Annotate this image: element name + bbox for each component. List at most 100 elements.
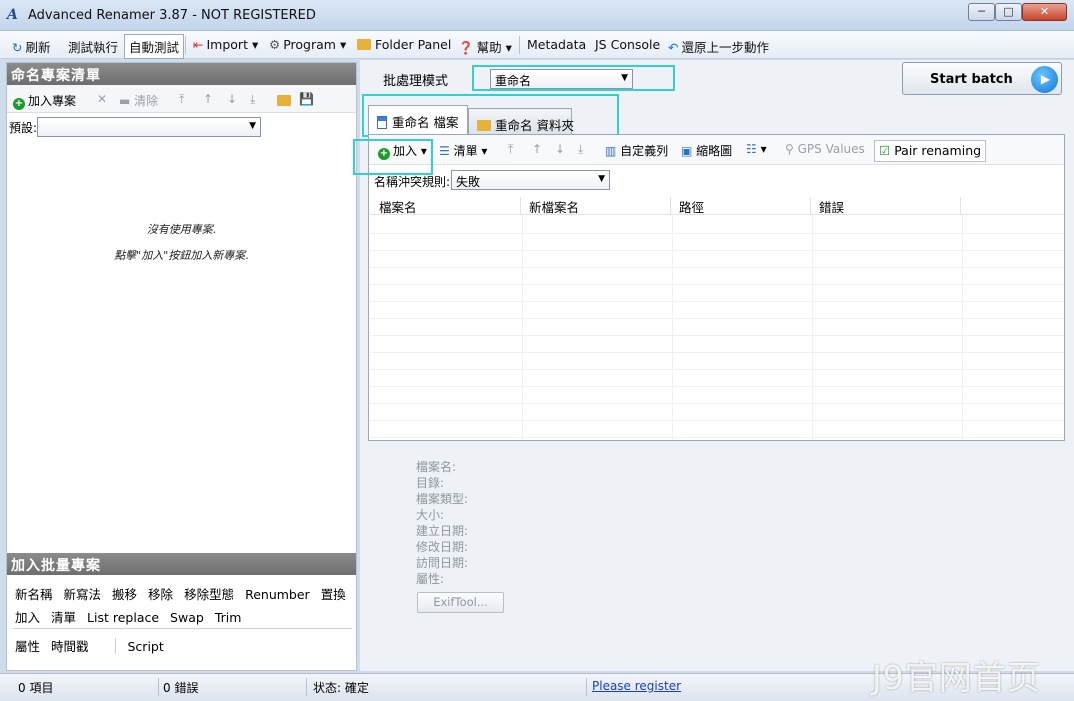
info-label: 屬性: xyxy=(416,572,445,586)
list-icon: ☰ xyxy=(439,144,450,158)
remove-icon[interactable]: ✕ xyxy=(97,92,107,106)
grid-column-line xyxy=(522,215,523,440)
project-list-panel: 命名專案清單 + 加入專案 ✕ ▬ 清除 ⤒ ↑ ↓ ⤓ 💾 預設: ▼ 沒有使用… xyxy=(6,62,357,671)
grid-row-line xyxy=(370,386,1064,387)
info-label: 大小: xyxy=(416,508,445,522)
method-item[interactable]: Trim xyxy=(215,610,242,625)
grid-column-line xyxy=(962,215,963,440)
errors-count: 0 錯誤 xyxy=(157,678,307,696)
move-top-icon[interactable]: ⤒ xyxy=(508,142,513,157)
preset-select[interactable]: ▼ xyxy=(37,117,261,137)
close-button[interactable]: ✕ xyxy=(1022,3,1067,21)
chevron-down-icon: ▼ xyxy=(249,121,256,131)
refresh-icon: ↻ xyxy=(12,40,23,55)
info-label: 目錄: xyxy=(416,476,445,490)
add-icon: + xyxy=(13,98,25,110)
exiftool-button[interactable]: ExifTool... xyxy=(417,592,504,613)
file-list-panel: + 加入 ▾ ☰ 清單 ▾ ⤒ ↑ ↓ ⤓ ▥ 自定義列 ▣ 縮略圖 ☷ ▾ ⚲ … xyxy=(368,134,1065,441)
program-menu[interactable]: ⚙ Program ▾ xyxy=(269,37,346,52)
batch-mode-label: 批處理模式 xyxy=(383,74,449,89)
method-item[interactable]: Swap xyxy=(170,610,204,625)
undo-button[interactable]: ↶ 還原上一步動作 xyxy=(668,37,769,56)
import-icon: ⇤ xyxy=(193,37,204,52)
column-header[interactable]: 錯誤 xyxy=(811,197,961,215)
thumbnails-button[interactable]: ▣ 縮略圖 xyxy=(681,142,732,159)
js-console-button[interactable]: JS Console xyxy=(595,37,660,52)
minimize-button[interactable]: ─ xyxy=(968,3,995,21)
move-top-icon[interactable]: ⤒ xyxy=(179,92,184,107)
folder-panel-button[interactable]: Folder Panel xyxy=(357,37,451,52)
import-menu[interactable]: ⇤ Import ▾ xyxy=(193,37,258,52)
column-header[interactable]: 新檔案名 xyxy=(521,197,671,215)
method-item[interactable]: 移除型態 xyxy=(184,587,234,602)
register-link[interactable]: Please register xyxy=(586,678,687,696)
save-icon[interactable]: 💾 xyxy=(299,92,314,106)
method-item[interactable]: 清單 xyxy=(51,610,76,625)
columns-icon: ▥ xyxy=(605,144,617,158)
divider xyxy=(114,638,116,654)
move-down-icon[interactable]: ↓ xyxy=(227,92,237,106)
add-project-button[interactable]: + 加入專案 xyxy=(13,92,76,110)
auto-test-button[interactable]: 自動測試 xyxy=(124,34,185,59)
grid-row-line xyxy=(370,403,1064,404)
column-header[interactable]: 路徑 xyxy=(671,197,811,215)
project-list-header: 命名專案清單 xyxy=(7,63,356,85)
pair-renaming-button[interactable]: ☑ Pair renaming xyxy=(874,140,987,162)
view-options-button[interactable]: ☷ ▾ xyxy=(746,142,767,156)
grid-row-line xyxy=(370,369,1064,370)
folder-icon xyxy=(357,39,371,50)
custom-columns-button[interactable]: ▥ 自定義列 xyxy=(605,142,668,159)
method-item[interactable]: Renumber xyxy=(245,587,310,602)
move-bottom-icon[interactable]: ⤓ xyxy=(250,92,255,107)
batch-methods-header: 加入批量專案 xyxy=(7,553,356,575)
test-run-button[interactable]: 測試執行 xyxy=(68,37,118,56)
info-label: 修改日期: xyxy=(416,540,469,554)
gps-values-button[interactable]: ⚲ GPS Values xyxy=(785,142,865,156)
method-item[interactable]: 加入 xyxy=(15,610,40,625)
method-item[interactable]: 屬性 xyxy=(15,639,40,654)
help-icon: ❓ xyxy=(458,40,474,55)
grid-row-line xyxy=(370,335,1064,336)
maximize-button[interactable]: □ xyxy=(995,3,1022,21)
items-count: 0 項目 xyxy=(12,678,159,696)
open-folder-icon[interactable] xyxy=(277,94,295,108)
move-bottom-icon[interactable]: ⤓ xyxy=(578,142,583,157)
image-icon: ▣ xyxy=(681,144,693,158)
method-item[interactable]: 新名稱 xyxy=(15,587,53,602)
help-menu[interactable]: ❓ 幫助 ▾ xyxy=(458,37,512,56)
column-header[interactable]: 檔案名 xyxy=(371,197,521,215)
method-item[interactable]: List replace xyxy=(87,610,159,625)
method-item[interactable]: 移除 xyxy=(148,587,173,602)
checkbox-icon: ☑ xyxy=(879,143,891,158)
refresh-button[interactable]: ↻ 刷新 xyxy=(12,37,51,56)
play-icon[interactable]: ▶ xyxy=(1031,66,1058,93)
info-label: 檔案類型: xyxy=(416,492,469,506)
gears-icon: ⚙ xyxy=(269,37,281,52)
list-button[interactable]: ☰ 清單 ▾ xyxy=(439,142,487,159)
grid-row-line xyxy=(370,420,1064,421)
divider xyxy=(13,628,352,629)
eraser-icon: ▬ xyxy=(119,94,131,108)
chevron-down-icon: ▼ xyxy=(598,174,605,184)
grid-row-line xyxy=(370,318,1064,319)
method-script[interactable]: Script xyxy=(128,639,164,654)
grid-row-line xyxy=(370,233,1064,234)
metadata-button[interactable]: Metadata xyxy=(527,37,586,52)
method-item[interactable]: 新寫法 xyxy=(64,587,102,602)
method-item[interactable]: 置換 xyxy=(321,587,346,602)
methods-row-3: 屬性 時間戳 Script xyxy=(15,636,175,655)
toolbar-separator xyxy=(185,36,186,54)
clear-button[interactable]: ▬ 清除 xyxy=(119,92,158,109)
method-item[interactable]: 搬移 xyxy=(112,587,137,602)
grid-row-line xyxy=(370,250,1064,251)
grid-row-line xyxy=(370,284,1064,285)
info-label: 訪問日期: xyxy=(416,556,469,570)
grid-row-line xyxy=(370,267,1064,268)
preset-label: 預設: xyxy=(9,121,38,135)
move-down-icon[interactable]: ↓ xyxy=(555,142,565,156)
conflict-rule-select[interactable]: 失敗 ▼ xyxy=(451,170,610,190)
status-text: 状态: 確定 xyxy=(307,678,587,696)
method-item[interactable]: 時間戳 xyxy=(51,639,89,654)
move-up-icon[interactable]: ↑ xyxy=(203,92,213,106)
move-up-icon[interactable]: ↑ xyxy=(532,142,542,156)
